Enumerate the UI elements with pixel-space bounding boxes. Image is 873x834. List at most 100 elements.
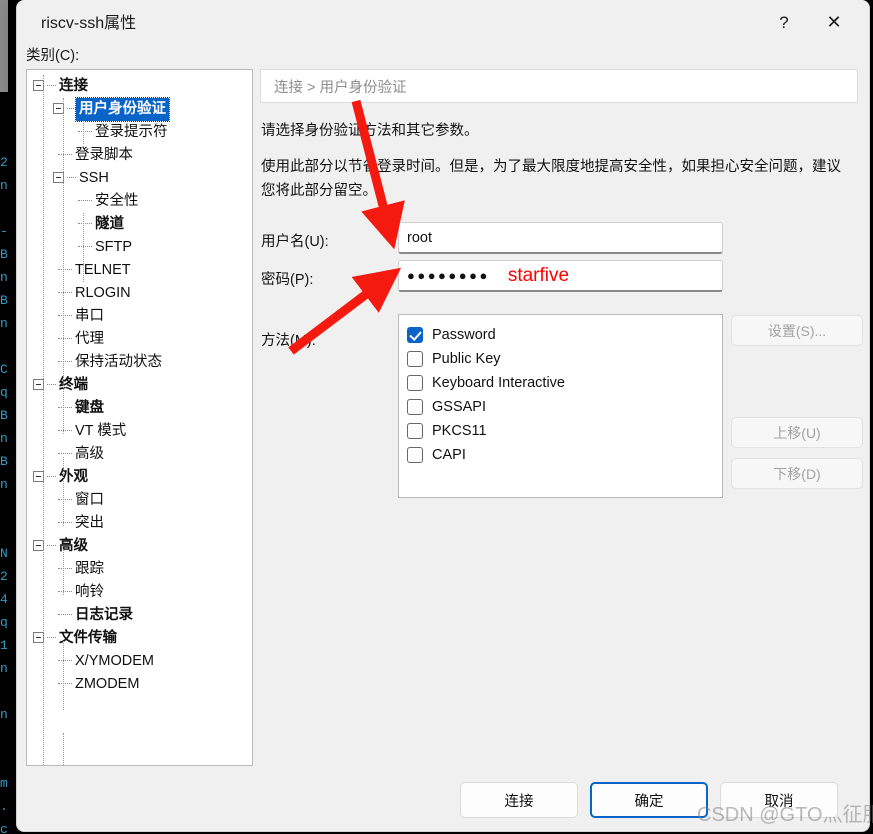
- move-up-button[interactable]: 上移(U): [731, 417, 863, 448]
- tree-connector: [58, 291, 72, 293]
- tree-item[interactable]: 保持活动状态: [27, 351, 252, 374]
- tree-item[interactable]: 跟踪: [27, 558, 252, 581]
- tree-item[interactable]: 日志记录: [27, 604, 252, 627]
- tree-item[interactable]: X/YMODEM: [27, 650, 252, 673]
- tree-items: 连接用户身份验证 登录提示符登录脚本 SSH 安全性隧道 SFTP TELNET RLOGI…: [27, 75, 252, 696]
- tree-item[interactable]: 突出: [27, 512, 252, 535]
- tree-item[interactable]: 代理: [27, 328, 252, 351]
- tree-connector: [47, 544, 56, 546]
- cancel-button[interactable]: 取消: [720, 782, 838, 818]
- tree-connector: [58, 659, 72, 661]
- tree-item-label: X/YMODEM: [75, 653, 154, 669]
- tree-item-label: 代理: [75, 331, 104, 347]
- ok-button[interactable]: 确定: [590, 782, 708, 818]
- methods-list[interactable]: Password Public Key Keyboard Interactive GS…: [398, 314, 723, 498]
- tree-item-label: 登录脚本: [75, 147, 133, 163]
- method-row[interactable]: PKCS11: [407, 419, 722, 443]
- method-label: Keyboard Interactive: [432, 375, 565, 391]
- method-label: GSSAPI: [432, 399, 486, 415]
- settings-button[interactable]: 设置(S)...: [731, 315, 863, 346]
- checkbox-icon[interactable]: [407, 399, 423, 415]
- method-label: CAPI: [432, 447, 466, 463]
- connect-button[interactable]: 连接: [460, 782, 578, 818]
- tree-connector: [67, 107, 76, 109]
- tree-item[interactable]: SFTP: [27, 236, 252, 259]
- terminal-scrollbar[interactable]: [0, 0, 8, 92]
- category-tree[interactable]: 连接用户身份验证 登录提示符登录脚本 SSH 安全性隧道 SFTP TELNET RLOGI…: [26, 69, 253, 766]
- tree-item[interactable]: 窗口: [27, 489, 252, 512]
- tree-item-label: 安全性: [95, 193, 139, 209]
- tree-item[interactable]: 文件传输: [27, 627, 252, 650]
- tree-item[interactable]: 隧道: [27, 213, 252, 236]
- tree-item[interactable]: 高级: [27, 443, 252, 466]
- tree-item-label: 终端: [59, 377, 88, 393]
- checkbox-icon[interactable]: [407, 447, 423, 463]
- tree-connector: [78, 130, 92, 132]
- tree-item-label: 隧道: [95, 216, 124, 232]
- tree-item-label: 连接: [59, 78, 88, 94]
- description-line-1: 请选择身份验证方法和其它参数。: [261, 123, 479, 139]
- tree-guide-line: [83, 213, 84, 282]
- move-down-button[interactable]: 下移(D): [731, 458, 863, 489]
- tree-connector: [47, 475, 56, 477]
- tree-item-label: 外观: [59, 469, 88, 485]
- tree-connector: [58, 452, 72, 454]
- tree-connector: [58, 337, 72, 339]
- tree-item[interactable]: TELNET: [27, 259, 252, 282]
- methods-items: Password Public Key Keyboard Interactive GS…: [407, 323, 722, 467]
- tree-connector: [58, 153, 72, 155]
- tree-connector: [58, 521, 72, 523]
- method-row[interactable]: Password: [407, 323, 722, 347]
- checkbox-icon[interactable]: [407, 327, 423, 343]
- tree-item-label: 高级: [75, 446, 104, 462]
- method-row[interactable]: Keyboard Interactive: [407, 371, 722, 395]
- category-label-text: 类别(C):: [26, 48, 80, 64]
- username-input[interactable]: root: [398, 222, 723, 254]
- tree-item[interactable]: 登录脚本: [27, 144, 252, 167]
- method-label: Password: [432, 327, 496, 343]
- tree-connector: [58, 268, 72, 270]
- tree-connector: [47, 636, 56, 638]
- tree-item[interactable]: ZMODEM: [27, 673, 252, 696]
- password-input[interactable]: ●●●●●●●● starfive: [398, 260, 723, 292]
- title-bar: riscv-ssh属性 ? ✕: [17, 0, 869, 45]
- checkbox-icon[interactable]: [407, 351, 423, 367]
- checkbox-icon[interactable]: [407, 423, 423, 439]
- tree-item-label: 窗口: [75, 492, 104, 508]
- tree-item[interactable]: 响铃: [27, 581, 252, 604]
- method-row[interactable]: CAPI: [407, 443, 722, 467]
- tree-item-label: 保持活动状态: [75, 354, 162, 370]
- tree-item[interactable]: 连接: [27, 75, 252, 98]
- username-label: 用户名(U):: [261, 234, 329, 250]
- tree-item[interactable]: 安全性: [27, 190, 252, 213]
- tree-item[interactable]: 终端: [27, 374, 252, 397]
- method-row[interactable]: Public Key: [407, 347, 722, 371]
- methods-section: 方法(M): Password Public Key Keyboard Intera…: [260, 305, 869, 505]
- help-icon[interactable]: ?: [761, 0, 807, 45]
- tree-guide-line: [63, 549, 64, 595]
- close-icon[interactable]: ✕: [811, 0, 857, 45]
- tree-item[interactable]: SSH: [27, 167, 252, 190]
- tree-item[interactable]: 高级: [27, 535, 252, 558]
- tree-item[interactable]: 用户身份验证: [27, 97, 252, 122]
- tree-item[interactable]: VT 模式: [27, 420, 252, 443]
- tree-item-label: SSH: [79, 170, 109, 186]
- tree-item[interactable]: 外观: [27, 466, 252, 489]
- tree-connector: [58, 360, 72, 362]
- auth-form: 用户名(U): root 密码(P): ●●●●●●●● starfive: [260, 222, 869, 298]
- tree-item[interactable]: 登录提示符: [27, 121, 252, 144]
- checkbox-icon[interactable]: [407, 375, 423, 391]
- content-panel: 连接 > 用户身份验证 请选择身份验证方法和其它参数。 使用此部分以节省登录时间…: [260, 69, 860, 203]
- tree-connector: [58, 498, 72, 500]
- method-row[interactable]: GSSAPI: [407, 395, 722, 419]
- tree-item-label: 文件传输: [59, 630, 117, 646]
- methods-label: 方法(M):: [261, 333, 316, 349]
- breadcrumb-text: 连接 > 用户身份验证: [274, 79, 407, 96]
- tree-item-label: ZMODEM: [75, 676, 140, 692]
- tree-item[interactable]: RLOGIN: [27, 282, 252, 305]
- window-title: riscv-ssh属性: [41, 15, 137, 32]
- tree-connector: [47, 84, 56, 86]
- tree-connector: [67, 176, 76, 178]
- tree-item[interactable]: 串口: [27, 305, 252, 328]
- tree-item[interactable]: 键盘: [27, 397, 252, 420]
